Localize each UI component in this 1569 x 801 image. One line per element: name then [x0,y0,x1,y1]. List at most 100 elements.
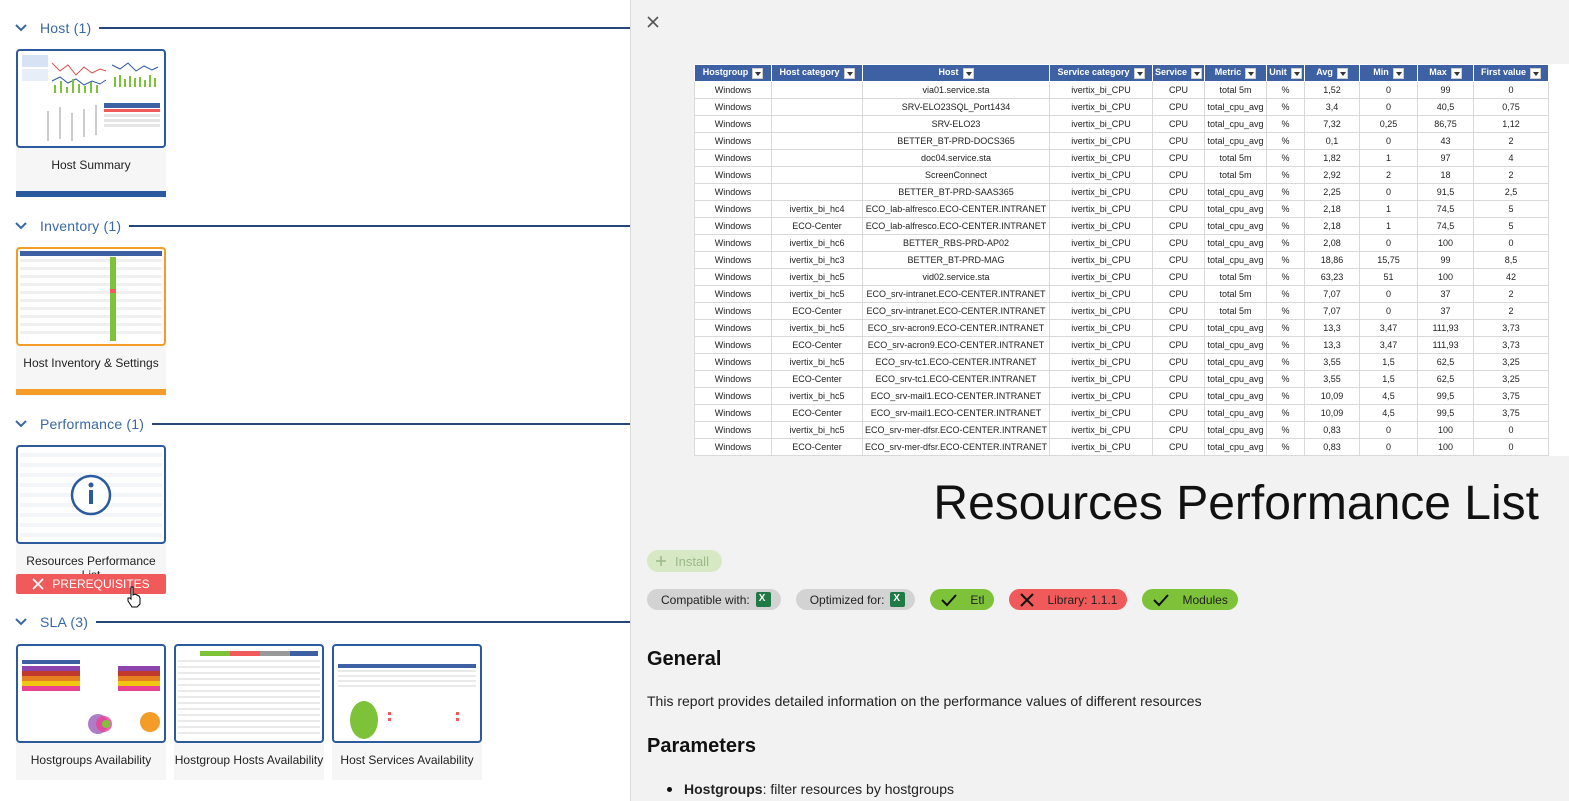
section-host-header[interactable]: Host (1) [14,17,630,39]
table-cell: total_cpu_avg [1204,234,1268,252]
table-cell: total 5m [1204,268,1268,286]
section-divider [129,225,630,227]
table-header-row: Hostgroup Host category Host Service catego… [694,64,1550,82]
table-cell: ivertix_bi_hc4 [771,200,863,218]
filter-dropdown-icon[interactable] [1530,67,1542,79]
table-cell: Windows [694,438,772,456]
filter-dropdown-icon[interactable] [1245,67,1257,79]
table-cell: Windows [694,268,772,286]
table-cell: ECO_srv-intranet.ECO-CENTER.INTRANET [861,285,1051,303]
table-cell: 0 [1359,183,1419,201]
table-cell: 2,92 [1304,166,1361,184]
section-sla-header[interactable]: SLA (3) [14,611,630,633]
close-icon[interactable] [645,14,661,30]
table-cell: total_cpu_avg [1204,387,1268,405]
install-button[interactable]: Install [647,550,722,572]
filter-dropdown-icon[interactable] [1191,67,1203,79]
report-card-host-summary[interactable]: Host Summary [16,49,166,197]
report-card-hostgroup-hosts-availability[interactable]: Hostgroup Hosts Availability [174,644,324,780]
table-cell: 13,3 [1304,336,1361,354]
table-header-cell: Metric [1204,64,1268,82]
table-cell: 1,82 [1304,149,1361,167]
table-cell: BETTER_BT-PRD-DOCS365 [861,132,1051,150]
filter-dropdown-icon[interactable] [1392,67,1404,79]
section-inventory-header[interactable]: Inventory (1) [14,215,630,237]
table-cell: 74,5 [1417,217,1475,235]
table-cell: 42 [1473,268,1550,286]
header-label: Hostgroup [702,67,749,78]
report-card-bar [16,389,166,395]
table-cell: ivertix_bi_CPU [1049,200,1154,218]
report-card-resources-performance[interactable]: Resources Performance List PREREQUISITES [16,445,166,594]
table-cell: 3,73 [1473,336,1550,354]
header-label: Avg [1316,67,1333,78]
filter-dropdown-icon[interactable] [1133,67,1145,79]
table-cell: 15,75 [1359,251,1419,269]
filter-dropdown-icon[interactable] [1290,67,1302,79]
table-cell: Windows [694,387,772,405]
table-row: Windows SRV-ELO23SQL_Port1434 ivertix_bi_C… [694,98,1550,116]
etl-badge: Etl [930,589,995,610]
install-label: Install [675,553,709,569]
table-cell: total_cpu_avg [1204,217,1268,235]
close-icon [1020,592,1035,607]
table-cell: % [1266,353,1306,371]
table-cell: ivertix_bi_CPU [1049,132,1154,150]
table-cell: % [1266,166,1306,184]
table-cell: CPU [1152,336,1206,354]
table-cell: CPU [1152,421,1206,439]
table-cell: ECO_lab-alfresco.ECO-CENTER.INTRANET [861,217,1051,235]
report-card-host-inventory[interactable]: Host Inventory & Settings [16,247,166,396]
table-cell: ECO_srv-tc1.ECO-CENTER.INTRANET [861,370,1051,388]
report-card-host-services-availability[interactable]: Host Services Availability [332,644,482,780]
parameter-description: : filter resources by hostgroups [762,781,954,797]
table-cell: % [1266,319,1306,337]
table-cell [771,115,863,133]
table-cell: 2 [1473,285,1550,303]
parameter-name: Hostgroups [684,781,763,797]
table-cell: 63,23 [1304,268,1361,286]
table-cell: total_cpu_avg [1204,370,1268,388]
table-cell: SRV-ELO23SQL_Port1434 [861,98,1051,116]
table-cell: ivertix_bi_hc5 [771,421,863,439]
filter-dropdown-icon[interactable] [843,67,855,79]
table-header-cell: Service [1152,64,1206,82]
table-cell: 7,32 [1304,115,1361,133]
general-description: This report provides detailed informatio… [647,693,1202,709]
table-cell: 100 [1417,234,1475,252]
table-cell: CPU [1152,353,1206,371]
table-cell [771,132,863,150]
table-cell: ivertix_bi_CPU [1049,251,1154,269]
table-cell: total_cpu_avg [1204,183,1268,201]
table-row: Windows ECO-Center ECO_srv-acron9.ECO-CENT… [694,336,1550,354]
table-cell: 99,5 [1417,404,1475,422]
table-cell: 3,55 [1304,370,1361,388]
table-cell: CPU [1152,438,1206,456]
hand-cursor-icon [127,586,141,608]
table-cell: 40,5 [1417,98,1475,116]
table-cell: ScreenConnect [861,166,1051,184]
chevron-down-icon [15,618,27,626]
table-cell: 2,25 [1304,183,1361,201]
table-cell: ivertix_bi_hc5 [771,319,863,337]
table-cell: CPU [1152,404,1206,422]
table-cell: % [1266,251,1306,269]
table-cell: ECO_srv-mail1.ECO-CENTER.INTRANET [861,387,1051,405]
prerequisites-button[interactable]: PREREQUISITES [16,574,166,594]
table-cell: 62,5 [1417,370,1475,388]
table-cell: CPU [1152,319,1206,337]
filter-dropdown-icon[interactable] [752,67,764,79]
table-cell: ivertix_bi_CPU [1049,353,1154,371]
table-header-cell: Min [1359,64,1419,82]
filter-dropdown-icon[interactable] [1336,67,1348,79]
info-icon [70,474,112,516]
section-performance-header[interactable]: Performance (1) [14,413,630,435]
report-card-hostgroups-availability[interactable]: Hostgroups Availability [16,644,166,780]
filter-dropdown-icon[interactable] [1450,67,1462,79]
report-catalog: Host (1) Host Summary Inventory (1) Host… [0,0,630,801]
filter-dropdown-icon[interactable] [962,67,974,79]
table-cell: 3,73 [1473,319,1550,337]
section-title: Inventory (1) [40,218,122,234]
report-preview-image: Hostgroup Host category Host Service catego… [694,64,1569,456]
table-cell: ivertix_bi_hc5 [771,353,863,371]
